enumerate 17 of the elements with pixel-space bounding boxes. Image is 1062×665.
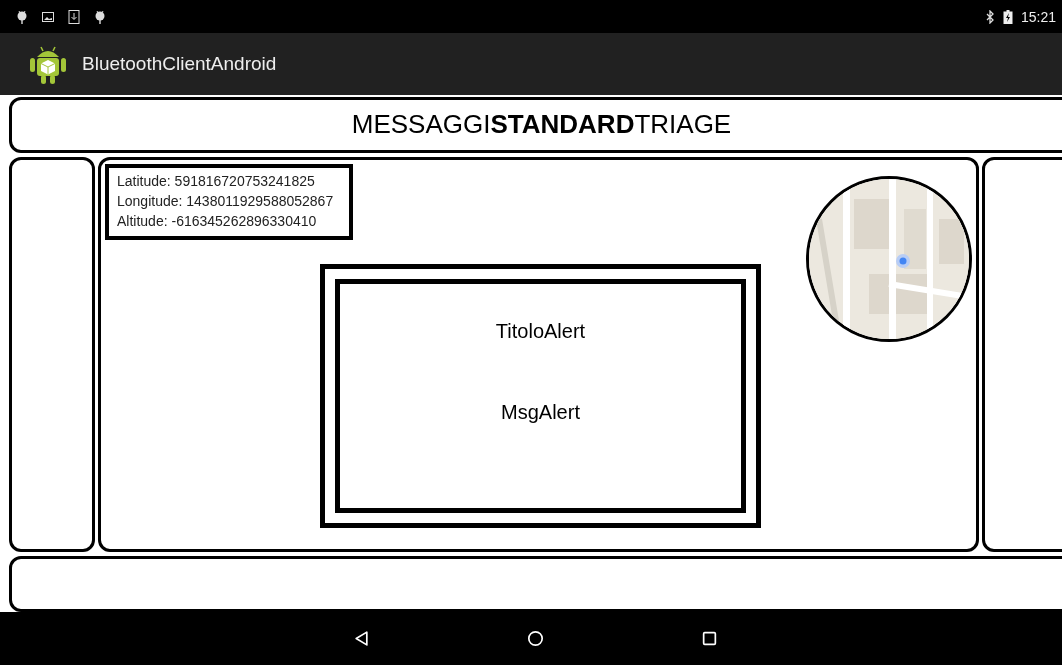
image-icon xyxy=(42,9,54,24)
download-icon xyxy=(68,9,80,24)
android-notification-icon xyxy=(16,9,28,24)
home-icon[interactable] xyxy=(526,630,544,647)
alert-message: MsgAlert xyxy=(501,400,580,424)
android-notification-icon xyxy=(94,9,106,24)
bluetooth-icon xyxy=(984,9,995,24)
coordinate-text: Altitude: -616345262896330410 xyxy=(117,211,318,231)
coordinate-text: Latitude: 591816720753241825 xyxy=(117,171,316,191)
back-icon[interactable] xyxy=(352,630,370,647)
battery-icon xyxy=(1002,9,1013,24)
header-title: MESSAGGISTANDARDTRIAGE xyxy=(351,109,732,141)
alert-title: TitoloAlert xyxy=(495,319,586,343)
recent-apps-icon[interactable] xyxy=(700,630,718,647)
clock-time: 15:21 xyxy=(1020,8,1056,25)
app-title: BluetoothClientAndroid xyxy=(82,53,277,75)
coordinate-text: Longitude: 1438011929588052867 xyxy=(117,191,334,211)
